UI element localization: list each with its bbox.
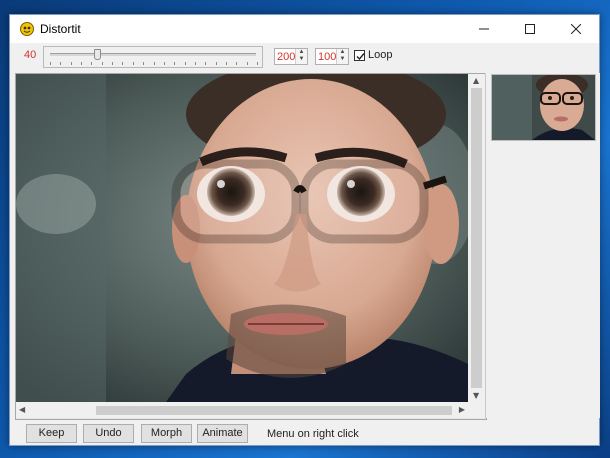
slider-tick (133, 62, 134, 65)
thumbnail-panel (485, 73, 600, 418)
loop-label[interactable]: Loop (368, 49, 392, 61)
slider-tick (91, 62, 92, 65)
distortion-slider[interactable] (43, 46, 263, 68)
slider-ticks (50, 62, 258, 66)
image-canvas-area: ▲ ▼ ◀ ▶ (15, 73, 487, 420)
animate-button[interactable]: Animate (197, 424, 248, 443)
app-icon (20, 22, 34, 36)
slider-tick (71, 62, 72, 65)
slider-tick (226, 62, 227, 65)
minimize-button[interactable] (461, 15, 507, 43)
slider-thumb[interactable] (94, 49, 101, 60)
morph-button[interactable]: Morph (141, 424, 192, 443)
slider-tick (247, 62, 248, 65)
bottom-bar: Keep Undo Morph Animate Menu on right cl… (10, 419, 599, 447)
slider-tick (236, 62, 237, 65)
scroll-down-icon[interactable]: ▼ (473, 391, 479, 400)
slider-tick (81, 62, 82, 65)
slider-tick (164, 62, 165, 65)
strength-spinbox[interactable]: 100 ▲ ▼ (315, 48, 349, 65)
thumbnail-image (492, 75, 595, 140)
strength-spinbox-arrows[interactable]: ▲ ▼ (336, 49, 348, 64)
toolbar: 40 200 ▲ ▼ 100 ▲ ▼ Loop (10, 43, 599, 73)
close-icon (571, 21, 581, 37)
slider-tick (122, 62, 123, 65)
app-window: Distortit 40 200 ▲ ▼ 100 ▲ ▼ Loop ▲ ▼ ◀ … (9, 14, 600, 446)
spin-up-icon[interactable]: ▲ (296, 49, 307, 56)
portrait-image (16, 74, 468, 402)
size-spinbox-value[interactable]: 200 (277, 51, 295, 63)
scroll-corner (468, 402, 485, 418)
close-button[interactable] (553, 15, 599, 43)
distorted-photo[interactable] (16, 74, 468, 402)
size-spinbox-arrows[interactable]: ▲ ▼ (295, 49, 307, 64)
slider-tick (185, 62, 186, 65)
maximize-button[interactable] (507, 15, 553, 43)
original-thumbnail[interactable] (491, 74, 596, 141)
title-bar[interactable]: Distortit (10, 15, 599, 43)
horizontal-scroll-thumb[interactable] (96, 406, 452, 415)
hint-text: Menu on right click (267, 428, 359, 440)
loop-checkbox[interactable] (354, 50, 365, 61)
slider-tick (102, 62, 103, 65)
slider-tick (50, 62, 51, 65)
slider-tick (174, 62, 175, 65)
spin-down-icon[interactable]: ▼ (337, 56, 348, 63)
slider-tick (205, 62, 206, 65)
spin-down-icon[interactable]: ▼ (296, 56, 307, 63)
horizontal-scrollbar[interactable]: ◀ ▶ (16, 402, 468, 418)
slider-tick (154, 62, 155, 65)
slider-tick (216, 62, 217, 65)
slider-tick (60, 62, 61, 65)
slider-tick (112, 62, 113, 65)
slider-tick (195, 62, 196, 65)
vertical-scrollbar[interactable]: ▲ ▼ (468, 74, 485, 402)
scroll-right-icon[interactable]: ▶ (459, 405, 465, 414)
vertical-scroll-thumb[interactable] (471, 88, 482, 388)
checkmark-icon (356, 53, 365, 61)
strength-spinbox-value[interactable]: 100 (318, 51, 336, 63)
window-title: Distortit (40, 22, 81, 36)
maximize-icon (525, 21, 535, 37)
scroll-up-icon[interactable]: ▲ (473, 76, 479, 85)
size-spinbox[interactable]: 200 ▲ ▼ (274, 48, 308, 65)
slider-tick (257, 62, 258, 65)
minimize-icon (479, 21, 489, 37)
undo-button[interactable]: Undo (83, 424, 134, 443)
slider-value-label: 40 (24, 49, 37, 61)
keep-button[interactable]: Keep (26, 424, 77, 443)
slider-track (50, 53, 256, 56)
slider-tick (143, 62, 144, 65)
spin-up-icon[interactable]: ▲ (337, 49, 348, 56)
scroll-left-icon[interactable]: ◀ (19, 405, 25, 414)
